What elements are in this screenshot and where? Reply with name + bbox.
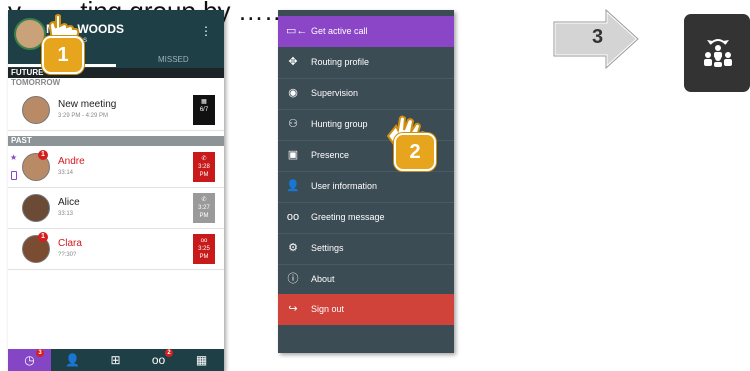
active-call-icon: ▭← bbox=[286, 25, 308, 37]
menu-item-label: Get active call bbox=[311, 26, 368, 36]
call-time: 3:28 PM bbox=[198, 164, 210, 178]
menu-item-label: User information bbox=[311, 181, 378, 191]
menu-item-label: Hunting group bbox=[311, 119, 368, 129]
menu-item-about[interactable]: ⓘ About bbox=[278, 264, 454, 295]
section-tomorrow: TOMORROW bbox=[8, 78, 224, 88]
user-icon: 👤 bbox=[286, 180, 300, 192]
mobile-device-icon bbox=[11, 171, 17, 180]
voicemail-icon: oo bbox=[200, 238, 208, 244]
tab-missed[interactable]: MISSED bbox=[158, 55, 189, 64]
voicemail-icon[interactable]: oo 2 bbox=[137, 349, 180, 371]
voicemail-icon: oo bbox=[286, 211, 300, 223]
list-item-call[interactable]: ★ 1 Andre 33:14 ✆ 3:28 PM bbox=[8, 147, 224, 188]
call-duration: ??:30? bbox=[58, 252, 77, 258]
menu-item-sign-out[interactable]: ↪ Sign out bbox=[278, 294, 454, 325]
phone-history-screen: Marc WOODS devices ⋮ MISSED FUTURE TOMOR… bbox=[8, 10, 224, 371]
menu-item-routing-profile[interactable]: ✥ Routing profile bbox=[278, 47, 454, 78]
eye-icon: ◉ bbox=[288, 87, 298, 99]
call-time: 3:27 PM bbox=[198, 205, 210, 219]
meeting-title: New meeting bbox=[58, 99, 117, 110]
section-future: FUTURE bbox=[8, 68, 224, 78]
calendar-icon[interactable]: ▦ bbox=[180, 349, 223, 371]
list-item-meeting[interactable]: New meeting 3:29 PM - 4:29 PM ▦ 6/7 bbox=[8, 90, 224, 131]
contact-name: Alice bbox=[58, 197, 80, 208]
voicemail-time-box[interactable]: oo 3:25 PM bbox=[193, 234, 215, 264]
menu-item-label: Greeting message bbox=[311, 212, 385, 222]
bottom-nav: ◷ 3 👤 ⊞ oo 2 ▦ bbox=[8, 349, 224, 371]
call-time-box[interactable]: ✆ 3:28 PM bbox=[193, 152, 215, 182]
presence-icon: ▣ bbox=[287, 149, 299, 161]
phone-menu-screen: ▭← Get active call ✥ Routing profile ◉ S… bbox=[278, 10, 454, 353]
missed-badge: 1 bbox=[38, 232, 48, 242]
list-item-call[interactable]: Alice 33:13 ✆ 3:27 PM bbox=[8, 188, 224, 229]
menu-item-greeting-message[interactable]: oo Greeting message bbox=[278, 202, 454, 233]
avatar bbox=[22, 96, 50, 124]
info-icon: ⓘ bbox=[287, 273, 299, 285]
step-arrow-label: 3 bbox=[592, 26, 604, 48]
meeting-time: 3:29 PM - 4:29 PM bbox=[58, 113, 109, 119]
missed-badge: 1 bbox=[38, 150, 48, 160]
list-item-call[interactable]: 1 Clara ??:30? oo 3:25 PM bbox=[8, 229, 224, 270]
call-duration: 33:13 bbox=[58, 211, 74, 217]
call-time-box[interactable]: ✆ 3:27 PM bbox=[193, 193, 215, 223]
menu-item-label: Settings bbox=[311, 243, 344, 253]
menu-item-label: Sign out bbox=[311, 304, 345, 314]
phone-icon: ✆ bbox=[201, 156, 207, 162]
menu-item-label: Routing profile bbox=[311, 57, 370, 67]
nav-badge: 3 bbox=[36, 349, 44, 357]
date-label: 6/7 bbox=[199, 107, 209, 113]
hunting-group-icon bbox=[698, 36, 738, 68]
favorite-star-icon: ★ bbox=[10, 153, 18, 162]
contacts-icon[interactable]: 👤 bbox=[51, 349, 94, 371]
menu-item-settings[interactable]: ⚙ Settings bbox=[278, 233, 454, 264]
menu-item-get-active-call[interactable]: ▭← Get active call bbox=[278, 16, 454, 47]
contact-name: Andre bbox=[58, 156, 85, 167]
call-duration: 33:14 bbox=[58, 170, 74, 176]
hunting-group-icon: ⚇ bbox=[288, 118, 298, 130]
menu-item-user-information[interactable]: 👤 User information bbox=[278, 171, 454, 202]
history-icon[interactable]: ◷ 3 bbox=[8, 349, 51, 371]
avatar bbox=[22, 194, 50, 222]
app-header: Marc WOODS devices ⋮ MISSED bbox=[8, 10, 224, 68]
gear-icon: ⚙ bbox=[288, 242, 298, 254]
step-callout-2: 2 bbox=[394, 133, 436, 171]
menu-item-label: Supervision bbox=[311, 88, 359, 98]
menu-item-label: About bbox=[311, 274, 335, 284]
calendar-icon: ▦ bbox=[201, 99, 207, 105]
nav-badge: 2 bbox=[165, 349, 173, 357]
routing-icon: ✥ bbox=[288, 56, 298, 68]
menu-item-label: Presence bbox=[311, 150, 350, 160]
contact-name: Clara bbox=[58, 238, 82, 249]
step-callout-1: 1 bbox=[42, 36, 84, 74]
calendar-date-box[interactable]: ▦ 6/7 bbox=[193, 95, 215, 125]
menu-item-supervision[interactable]: ◉ Supervision bbox=[278, 78, 454, 109]
dialpad-icon[interactable]: ⊞ bbox=[94, 349, 137, 371]
phone-icon: ✆ bbox=[201, 197, 207, 203]
section-past: PAST bbox=[8, 136, 224, 146]
call-time: 3:25 PM bbox=[198, 246, 210, 260]
more-menu-icon[interactable]: ⋮ bbox=[200, 24, 212, 38]
sign-out-icon: ↪ bbox=[288, 303, 298, 315]
